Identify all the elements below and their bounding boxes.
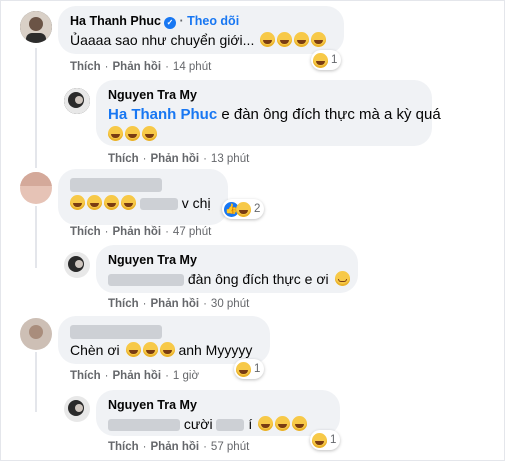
comment-actions: Thích · Phản hồi · 1 giờ bbox=[70, 370, 200, 382]
reply-thread-line bbox=[35, 352, 37, 412]
avatar-photo-icon bbox=[20, 318, 52, 350]
comment-text: Ủaaaa sao như chuyển giới... bbox=[70, 32, 255, 48]
avatar-photo-icon bbox=[20, 11, 52, 43]
comment-text: v chị bbox=[181, 195, 211, 211]
laugh-emoji-icon bbox=[108, 126, 123, 141]
laugh-emoji-icon bbox=[125, 342, 141, 357]
reaction-count: 1 bbox=[330, 434, 337, 446]
comment-author[interactable]: Ha Thanh Phuc bbox=[70, 14, 161, 28]
laugh-emoji-icon bbox=[121, 195, 136, 210]
reply-thread-line bbox=[35, 48, 37, 168]
comment-bubble: Chèn ơi anh Myyyyy bbox=[58, 316, 270, 364]
reply-thread-line bbox=[35, 206, 37, 268]
reaction-summary[interactable]: 1 bbox=[311, 50, 342, 70]
reaction-count: 1 bbox=[254, 363, 261, 375]
author-name-blurred bbox=[70, 177, 162, 192]
laugh-emoji-icon bbox=[258, 416, 274, 431]
comment-actions: Thích · Phản hồi · 47 phút bbox=[70, 226, 212, 238]
avatar[interactable] bbox=[64, 88, 90, 114]
comment-text: e đàn ông đích thực mà a kỳ quá bbox=[221, 106, 441, 123]
laugh-emoji-icon bbox=[142, 126, 157, 141]
laugh-emoji-icon bbox=[292, 416, 308, 431]
comment-text: Chèn ơi bbox=[70, 342, 120, 358]
comment-time[interactable]: 47 phút bbox=[173, 226, 211, 238]
redacted-text bbox=[108, 274, 184, 287]
laugh-emoji-icon bbox=[125, 126, 140, 141]
avatar-photo-icon bbox=[64, 252, 90, 278]
avatar[interactable] bbox=[20, 318, 52, 350]
haha-reaction-icon bbox=[236, 201, 251, 217]
avatar[interactable] bbox=[64, 396, 90, 422]
like-link[interactable]: Thích bbox=[70, 226, 101, 238]
author-name-blurred bbox=[70, 324, 162, 339]
comment-author[interactable]: Nguyen Tra My bbox=[108, 87, 420, 103]
laugh-emoji-icon bbox=[311, 32, 327, 47]
reaction-summary[interactable]: 👍 2 bbox=[222, 199, 265, 219]
comment-actions: Thích · Phản hồi · 57 phút bbox=[108, 441, 250, 453]
redacted-text bbox=[139, 198, 178, 211]
reaction-count: 2 bbox=[254, 203, 261, 215]
reply-link[interactable]: Phản hồi bbox=[113, 226, 162, 238]
avatar-photo-icon bbox=[64, 396, 90, 422]
comment-bubble: Ha Thanh Phuc ✓ · Theo dõi Ủaaaa sao như … bbox=[58, 6, 344, 54]
avatar[interactable] bbox=[20, 11, 52, 43]
reaction-summary[interactable]: 1 bbox=[234, 359, 265, 379]
comment-bubble: Nguyen Tra My cười í bbox=[96, 390, 340, 436]
haha-reaction-icon bbox=[236, 361, 251, 377]
laugh-emoji-icon bbox=[277, 32, 293, 47]
laugh-emoji-icon bbox=[275, 416, 291, 431]
laugh-emoji-icon bbox=[260, 32, 276, 47]
like-link[interactable]: Thích bbox=[70, 370, 101, 382]
comment-author[interactable]: Nguyen Tra My bbox=[108, 252, 346, 268]
comment-time[interactable]: 57 phút bbox=[211, 441, 249, 453]
comment-actions: Thích · Phản hồi · 13 phút bbox=[108, 153, 250, 165]
reply-link[interactable]: Phản hồi bbox=[151, 153, 200, 165]
reply-link[interactable]: Phản hồi bbox=[151, 441, 200, 453]
smile-emoji-icon bbox=[334, 271, 350, 286]
redacted-text bbox=[216, 419, 245, 432]
comment-time[interactable]: 30 phút bbox=[211, 298, 249, 310]
reply-link[interactable]: Phản hồi bbox=[113, 61, 162, 73]
avatar[interactable] bbox=[64, 252, 90, 278]
mention-link[interactable]: Ha Thanh Phuc bbox=[108, 106, 217, 123]
haha-reaction-icon bbox=[312, 432, 327, 448]
comment-text: đàn ông đích thực e ơi bbox=[187, 271, 329, 287]
haha-reaction-icon bbox=[313, 52, 328, 68]
comment-text: cười bbox=[183, 416, 213, 432]
reply-link[interactable]: Phản hồi bbox=[113, 370, 162, 382]
comment-time[interactable]: 13 phút bbox=[211, 153, 249, 165]
reply-link[interactable]: Phản hồi bbox=[151, 298, 200, 310]
redacted-text bbox=[108, 419, 180, 432]
like-link[interactable]: Thích bbox=[108, 441, 139, 453]
comment-time[interactable]: 1 giờ bbox=[173, 370, 199, 382]
like-link[interactable]: Thích bbox=[70, 61, 101, 73]
comment-actions: Thích · Phản hồi · 14 phút bbox=[70, 61, 212, 73]
comment-bubble: Nguyen Tra My đàn ông đích thực e ơi bbox=[96, 245, 358, 293]
like-link[interactable]: Thích bbox=[108, 153, 139, 165]
avatar-photo-icon bbox=[20, 172, 52, 204]
verified-badge-icon: ✓ bbox=[163, 17, 176, 29]
follow-button[interactable]: Theo dõi bbox=[187, 14, 239, 28]
avatar[interactable] bbox=[20, 172, 52, 204]
comment-author[interactable]: Nguyen Tra My bbox=[108, 397, 328, 413]
laugh-emoji-icon bbox=[142, 342, 158, 357]
like-link[interactable]: Thích bbox=[108, 298, 139, 310]
comment-text-continued: anh Myyyyy bbox=[178, 342, 253, 358]
laugh-emoji-icon bbox=[87, 195, 102, 210]
separator: · bbox=[175, 14, 188, 28]
reaction-count: 1 bbox=[331, 54, 338, 66]
comment-time[interactable]: 14 phút bbox=[173, 61, 211, 73]
laugh-emoji-icon bbox=[104, 195, 119, 210]
avatar-photo-icon bbox=[64, 88, 90, 114]
comment-bubble: Nguyen Tra My Ha Thanh Phuc e đàn ông đí… bbox=[96, 80, 441, 146]
comment-bubble: v chị bbox=[58, 169, 228, 225]
comment-actions: Thích · Phản hồi · 30 phút bbox=[108, 298, 250, 310]
reaction-summary[interactable]: 1 bbox=[310, 430, 341, 450]
comment-text-continued: í bbox=[248, 416, 253, 432]
laugh-emoji-icon bbox=[159, 342, 175, 357]
laugh-emoji-icon bbox=[70, 195, 85, 210]
laugh-emoji-icon bbox=[294, 32, 310, 47]
